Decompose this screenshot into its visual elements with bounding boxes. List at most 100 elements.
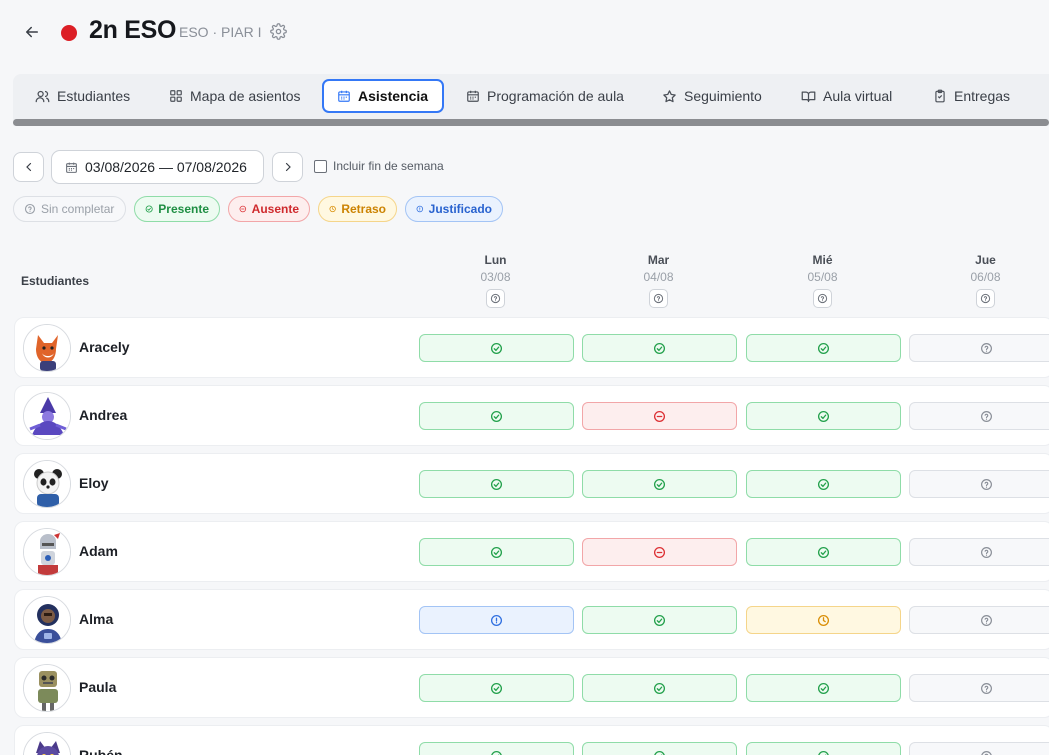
attendance-cell-present[interactable] [582, 674, 737, 702]
knight-avatar[interactable] [23, 528, 71, 576]
legend-label: Ausente [251, 202, 299, 216]
day-bulk-status-button[interactable] [813, 289, 832, 308]
tab-asistencia[interactable]: Asistencia [322, 79, 444, 113]
attendance-cell-present[interactable] [746, 538, 901, 566]
attendance-cell-absent[interactable] [582, 538, 737, 566]
attendance-cell-present[interactable] [582, 334, 737, 362]
attendance-cell-present[interactable] [582, 470, 737, 498]
check-circle-icon [817, 682, 830, 694]
student-name[interactable]: Andrea [79, 407, 127, 423]
attendance-cell-none[interactable] [909, 606, 1049, 634]
check-circle-icon [817, 342, 830, 354]
day-name: Mar [647, 253, 670, 267]
day-name: Jue [975, 253, 996, 267]
calendar-icon [467, 90, 479, 102]
attendance-cell-present[interactable] [746, 470, 901, 498]
student-name[interactable]: Alma [79, 611, 113, 627]
attendance-cell-present[interactable] [746, 674, 901, 702]
robot-avatar[interactable] [23, 664, 71, 712]
attendance-cell-absent[interactable] [582, 402, 737, 430]
fox-avatar[interactable] [23, 324, 71, 372]
next-week-button[interactable] [272, 152, 303, 182]
settings-button[interactable] [270, 23, 288, 41]
minus-circle-icon [239, 205, 247, 213]
attendance-cell-none[interactable] [909, 334, 1049, 362]
attendance-cell-none[interactable] [909, 470, 1049, 498]
tab-entregas[interactable]: Entregas [920, 79, 1023, 113]
tab-label: Estudiantes [57, 88, 131, 104]
attendance-cell-present[interactable] [419, 402, 574, 430]
attendance-cell-none[interactable] [909, 674, 1049, 702]
attendance-cell-none[interactable] [909, 742, 1049, 755]
tab-bar: Estudiantes Mapa de asientos Asistencia … [13, 74, 1049, 126]
attendance-cell-present[interactable] [419, 470, 574, 498]
back-button[interactable] [20, 20, 44, 44]
minus-circle-icon [653, 546, 666, 558]
attendance-cell-present[interactable] [746, 742, 901, 755]
day-bulk-status-button[interactable] [976, 289, 995, 308]
question-circle-icon [981, 614, 992, 626]
student-name[interactable]: Eloy [79, 475, 109, 491]
wizard-avatar[interactable] [23, 392, 71, 440]
grid-icon [170, 90, 182, 102]
day-name: Lun [484, 253, 507, 267]
tab-programacion-de-aula[interactable]: Programación de aula [453, 79, 637, 113]
legend-sin-completar[interactable]: Sin completar [13, 196, 126, 222]
question-circle-icon [653, 293, 664, 304]
tab-label: Seguimiento [684, 88, 762, 104]
attendance-cell-none[interactable] [909, 402, 1049, 430]
check-circle-icon [490, 682, 503, 694]
day-bulk-status-button[interactable] [486, 289, 505, 308]
students-column-header: Estudiantes [21, 274, 90, 288]
tab-aula-virtual[interactable]: Aula virtual [788, 79, 905, 113]
attendance-cell-present[interactable] [419, 674, 574, 702]
student-name[interactable]: Paula [79, 679, 116, 695]
tab-mapa-de-asientos[interactable]: Mapa de asientos [156, 79, 314, 113]
previous-week-button[interactable] [13, 152, 44, 182]
attendance-cell-present[interactable] [419, 742, 574, 755]
tab-scrollbar[interactable] [13, 119, 1049, 126]
legend-label: Presente [158, 202, 209, 216]
attendance-cell-late[interactable] [746, 606, 901, 634]
legend-justificado[interactable]: Justificado [405, 196, 503, 222]
gear-icon [270, 23, 287, 40]
student-name[interactable]: Aracely [79, 339, 130, 355]
attendance-cell-present[interactable] [582, 742, 737, 755]
panda-avatar[interactable] [23, 460, 71, 508]
cat-avatar[interactable] [23, 732, 71, 755]
info-circle-icon [490, 614, 503, 626]
student-row: Aracely [14, 317, 1049, 378]
question-circle-icon [981, 546, 992, 558]
tab-estudiantes[interactable]: Estudiantes [22, 79, 143, 113]
legend-label: Justificado [428, 202, 492, 216]
chevron-left-icon [25, 162, 31, 172]
legend-retraso[interactable]: Retraso [318, 196, 397, 222]
calendar-icon [66, 162, 77, 173]
student-name[interactable]: Rubén [79, 747, 123, 755]
weekend-checkbox[interactable] [314, 159, 327, 173]
student-name[interactable]: Adam [79, 543, 118, 559]
group-color-dot [61, 25, 77, 41]
legend-ausente[interactable]: Ausente [228, 196, 310, 222]
question-circle-icon [981, 750, 992, 755]
question-circle-icon [24, 203, 36, 215]
check-circle-icon [490, 478, 503, 490]
attendance-cell-present[interactable] [746, 334, 901, 362]
check-circle-icon [653, 478, 666, 490]
star-icon [663, 89, 676, 102]
student-row: Adam [14, 521, 1049, 582]
date-range-text: 03/08/2026 — 07/08/2026 [85, 159, 247, 175]
day-bulk-status-button[interactable] [649, 289, 668, 308]
attendance-cell-none[interactable] [909, 538, 1049, 566]
check-circle-icon [818, 750, 829, 755]
attendance-cell-present[interactable] [582, 606, 737, 634]
date-range-picker[interactable]: 03/08/2026 — 07/08/2026 [51, 150, 264, 184]
attendance-cell-justified[interactable] [419, 606, 574, 634]
attendance-cell-present[interactable] [746, 402, 901, 430]
attendance-cell-present[interactable] [419, 538, 574, 566]
legend-presente[interactable]: Presente [134, 196, 220, 222]
astronaut-avatar[interactable] [23, 596, 71, 644]
check-circle-icon [653, 614, 666, 626]
tab-seguimiento[interactable]: Seguimiento [649, 79, 775, 113]
attendance-cell-present[interactable] [419, 334, 574, 362]
